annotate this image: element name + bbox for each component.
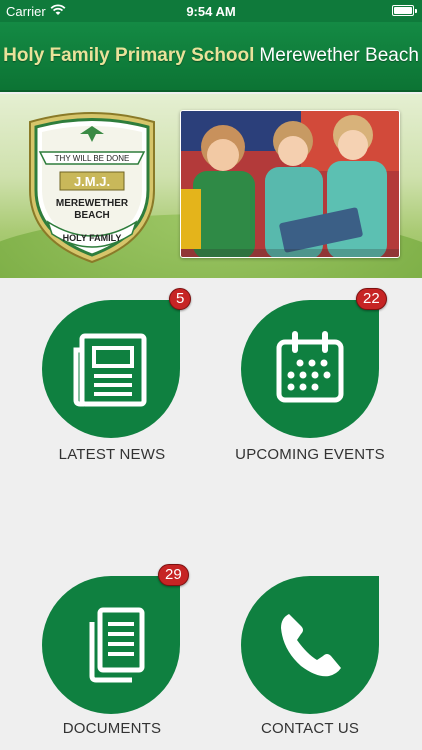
tile-latest-news[interactable]: 5 LATEST NEWS <box>12 288 212 470</box>
crest-line2: BEACH <box>74 210 110 221</box>
contact-us-button[interactable] <box>241 576 379 714</box>
tile-contact-us[interactable]: CONTACT US <box>210 576 410 746</box>
crest-motto: THY WILL BE DONE <box>55 154 130 163</box>
phone-icon <box>281 614 341 677</box>
crest-scroll: HOLY FAMILY <box>63 233 122 243</box>
latest-news-badge: 5 <box>169 288 192 310</box>
documents-label: DOCUMENTS <box>62 720 162 737</box>
students-photo <box>180 110 400 258</box>
tile-upcoming-events[interactable]: 22 UPCOMING EVENTS <box>210 288 410 470</box>
upcoming-events-button[interactable] <box>241 300 379 438</box>
upcoming-events-badge: 22 <box>356 288 387 310</box>
newspaper-icon <box>73 333 147 407</box>
battery-icon <box>392 5 417 16</box>
contact-us-label: CONTACT US <box>260 720 360 737</box>
banner: THY WILL BE DONE J.M.J. MEREWETHER BEACH… <box>0 94 422 278</box>
upcoming-events-label: UPCOMING EVENTS <box>235 446 385 463</box>
crest-initials: J.M.J. <box>74 174 110 189</box>
latest-news-button[interactable] <box>42 300 180 438</box>
documents-badge: 29 <box>158 564 189 586</box>
calendar-icon <box>276 331 344 403</box>
status-bar: Carrier 9:54 AM <box>0 0 422 22</box>
documents-icon <box>89 607 145 683</box>
crest-line1: MEREWETHER <box>56 198 129 209</box>
school-crest-logo: THY WILL BE DONE J.M.J. MEREWETHER BEACH… <box>29 112 155 264</box>
documents-button[interactable] <box>42 576 180 714</box>
clock: 9:54 AM <box>186 4 236 19</box>
latest-news-label: LATEST NEWS <box>58 446 166 463</box>
school-name: Holy Family Primary School <box>3 45 255 66</box>
app-header: Holy Family Primary School Merewether Be… <box>0 22 422 92</box>
tile-documents[interactable]: 29 DOCUMENTS <box>12 564 212 746</box>
school-location: Merewether Beach <box>259 45 419 66</box>
